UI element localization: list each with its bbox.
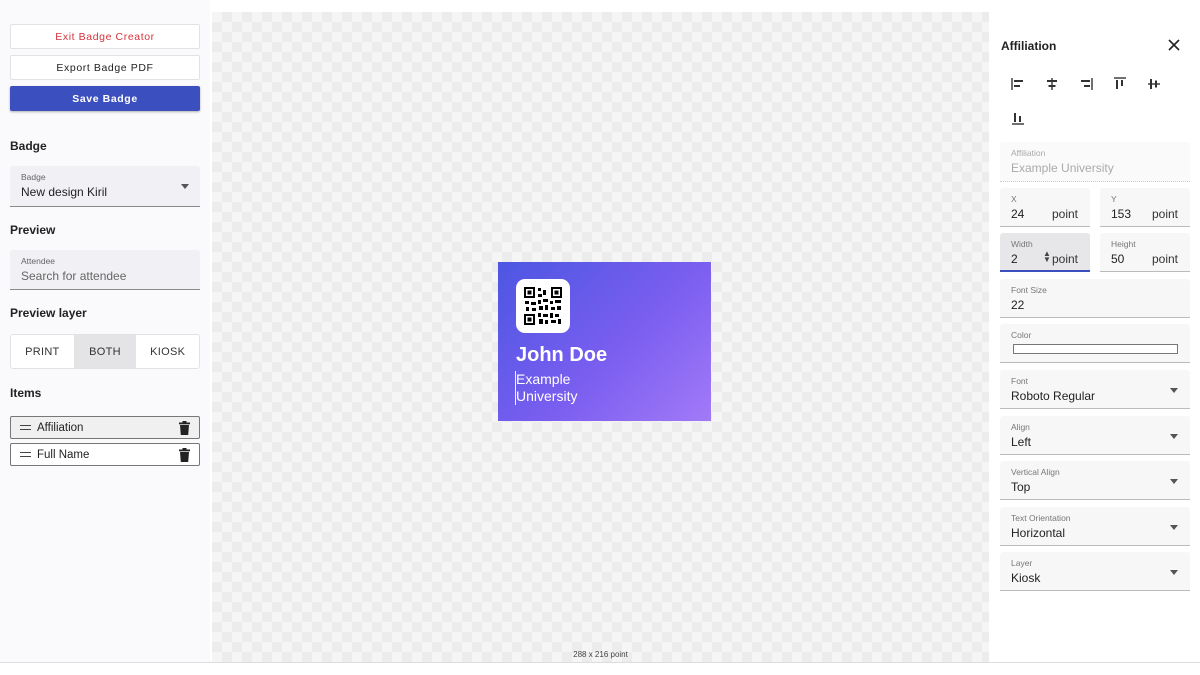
vertical-align-label: Vertical Align [1011, 467, 1060, 477]
layer-toggle-print[interactable]: PRINT [11, 335, 74, 368]
x-input[interactable]: 24 [1011, 207, 1024, 221]
dropdown-arrow-icon [181, 184, 189, 189]
height-field[interactable]: Height 50 point [1100, 233, 1190, 272]
font-select[interactable]: Font Roboto Regular [1000, 370, 1190, 409]
bottom-divider [0, 662, 1200, 663]
x-field[interactable]: X 24 point [1000, 188, 1090, 227]
layer-select[interactable]: Layer Kiosk [1000, 552, 1190, 591]
width-label: Width [1011, 239, 1033, 249]
close-icon[interactable] [1168, 39, 1180, 51]
preview-section-title: Preview [10, 223, 56, 237]
badge-select[interactable]: Badge New design Kiril [10, 166, 200, 207]
attendee-label: Attendee [21, 256, 56, 266]
align-bottom-icon[interactable] [1011, 111, 1025, 125]
dropdown-arrow-icon [1170, 479, 1178, 484]
properties-panel: Affiliation Affiliation Example Universi… [990, 0, 1200, 662]
font-size-label: Font Size [1011, 285, 1047, 295]
properties-title: Affiliation [1001, 39, 1057, 53]
qr-code-icon [524, 287, 562, 325]
width-field[interactable]: Width 2 ▲ ▼ point [1000, 233, 1090, 272]
color-label: Color [1011, 330, 1032, 340]
trash-icon[interactable] [179, 448, 190, 462]
item-label: Affiliation [37, 421, 84, 434]
dropdown-arrow-icon [1170, 570, 1178, 575]
layer-label: Layer [1011, 558, 1033, 568]
canvas-dimensions: 288 x 216 point [573, 650, 628, 659]
list-item-affiliation[interactable]: Affiliation [10, 416, 200, 439]
font-label: Font [1011, 376, 1029, 386]
align-select[interactable]: Align Left [1000, 416, 1190, 455]
affiliation-label: Affiliation [1011, 148, 1046, 158]
exit-badge-creator-button[interactable]: Exit Badge Creator [10, 24, 200, 49]
x-label: X [1011, 194, 1017, 204]
affiliation-field: Affiliation Example University [1000, 142, 1190, 182]
align-value: Left [1011, 435, 1032, 449]
badge-canvas[interactable]: John Doe Example University 288 x 216 po… [212, 12, 989, 662]
save-badge-button[interactable]: Save Badge [10, 86, 200, 111]
item-label: Full Name [37, 448, 90, 461]
preview-layer-toggle: PRINT BOTH KIOSK [10, 334, 200, 369]
badge-affiliation-line-2: University [516, 388, 578, 404]
y-input[interactable]: 153 [1111, 207, 1131, 221]
align-center-horizontal-icon[interactable] [1045, 77, 1059, 91]
badge-section-title: Badge [10, 139, 47, 153]
vertical-align-select[interactable]: Vertical Align Top [1000, 461, 1190, 500]
align-label: Align [1011, 422, 1030, 432]
width-input[interactable]: 2 [1011, 252, 1018, 266]
drag-handle-icon[interactable] [20, 452, 31, 457]
badge-affiliation-line-1: Example [516, 371, 571, 387]
dropdown-arrow-icon [1170, 434, 1178, 439]
layer-toggle-both[interactable]: BOTH [73, 335, 137, 368]
qr-code[interactable] [516, 279, 570, 333]
font-value: Roboto Regular [1011, 389, 1096, 403]
spinner-icon[interactable]: ▲ ▼ [1043, 250, 1051, 264]
trash-icon[interactable] [179, 421, 190, 435]
left-panel: Exit Badge Creator Export Badge PDF Save… [0, 0, 210, 662]
width-unit: point [1051, 252, 1078, 266]
attendee-search-field[interactable]: Attendee Search for attendee [10, 250, 200, 290]
y-label: Y [1111, 194, 1117, 204]
attendee-search-input[interactable]: Search for attendee [21, 269, 126, 283]
layer-value: Kiosk [1011, 571, 1041, 585]
align-right-icon[interactable] [1079, 77, 1093, 91]
y-field[interactable]: Y 153 point [1100, 188, 1190, 227]
text-orientation-label: Text Orientation [1011, 513, 1071, 523]
color-field[interactable]: Color [1000, 324, 1190, 363]
height-label: Height [1111, 239, 1136, 249]
badge-full-name[interactable]: John Doe [516, 344, 607, 367]
align-top-icon[interactable] [1113, 77, 1127, 91]
affiliation-value: Example University [1011, 161, 1114, 175]
vertical-align-value: Top [1011, 480, 1031, 494]
preview-layer-title: Preview layer [10, 306, 87, 320]
dropdown-arrow-icon [1170, 525, 1178, 530]
height-unit: point [1151, 252, 1178, 266]
badge-select-label: Badge [21, 172, 46, 182]
font-size-field[interactable]: Font Size 22 [1000, 279, 1190, 318]
align-center-vertical-icon[interactable] [1147, 77, 1161, 91]
drag-handle-icon[interactable] [20, 425, 31, 430]
layer-toggle-kiosk[interactable]: KIOSK [136, 335, 199, 368]
badge-select-value: New design Kiril [21, 185, 108, 199]
height-input[interactable]: 50 [1111, 252, 1124, 266]
export-badge-pdf-button[interactable]: Export Badge PDF [10, 55, 200, 80]
text-orientation-value: Horizontal [1011, 526, 1066, 540]
text-orientation-select[interactable]: Text Orientation Horizontal [1000, 507, 1190, 546]
badge-affiliation[interactable]: Example University [515, 371, 595, 405]
color-swatch[interactable] [1013, 344, 1178, 354]
badge-preview[interactable]: John Doe Example University [498, 262, 711, 421]
items-section-title: Items [10, 386, 42, 400]
dropdown-arrow-icon [1170, 388, 1178, 393]
x-unit: point [1051, 207, 1078, 221]
y-unit: point [1151, 207, 1178, 221]
list-item-full-name[interactable]: Full Name [10, 443, 200, 466]
align-left-icon[interactable] [1011, 77, 1025, 91]
font-size-input[interactable]: 22 [1011, 298, 1024, 312]
